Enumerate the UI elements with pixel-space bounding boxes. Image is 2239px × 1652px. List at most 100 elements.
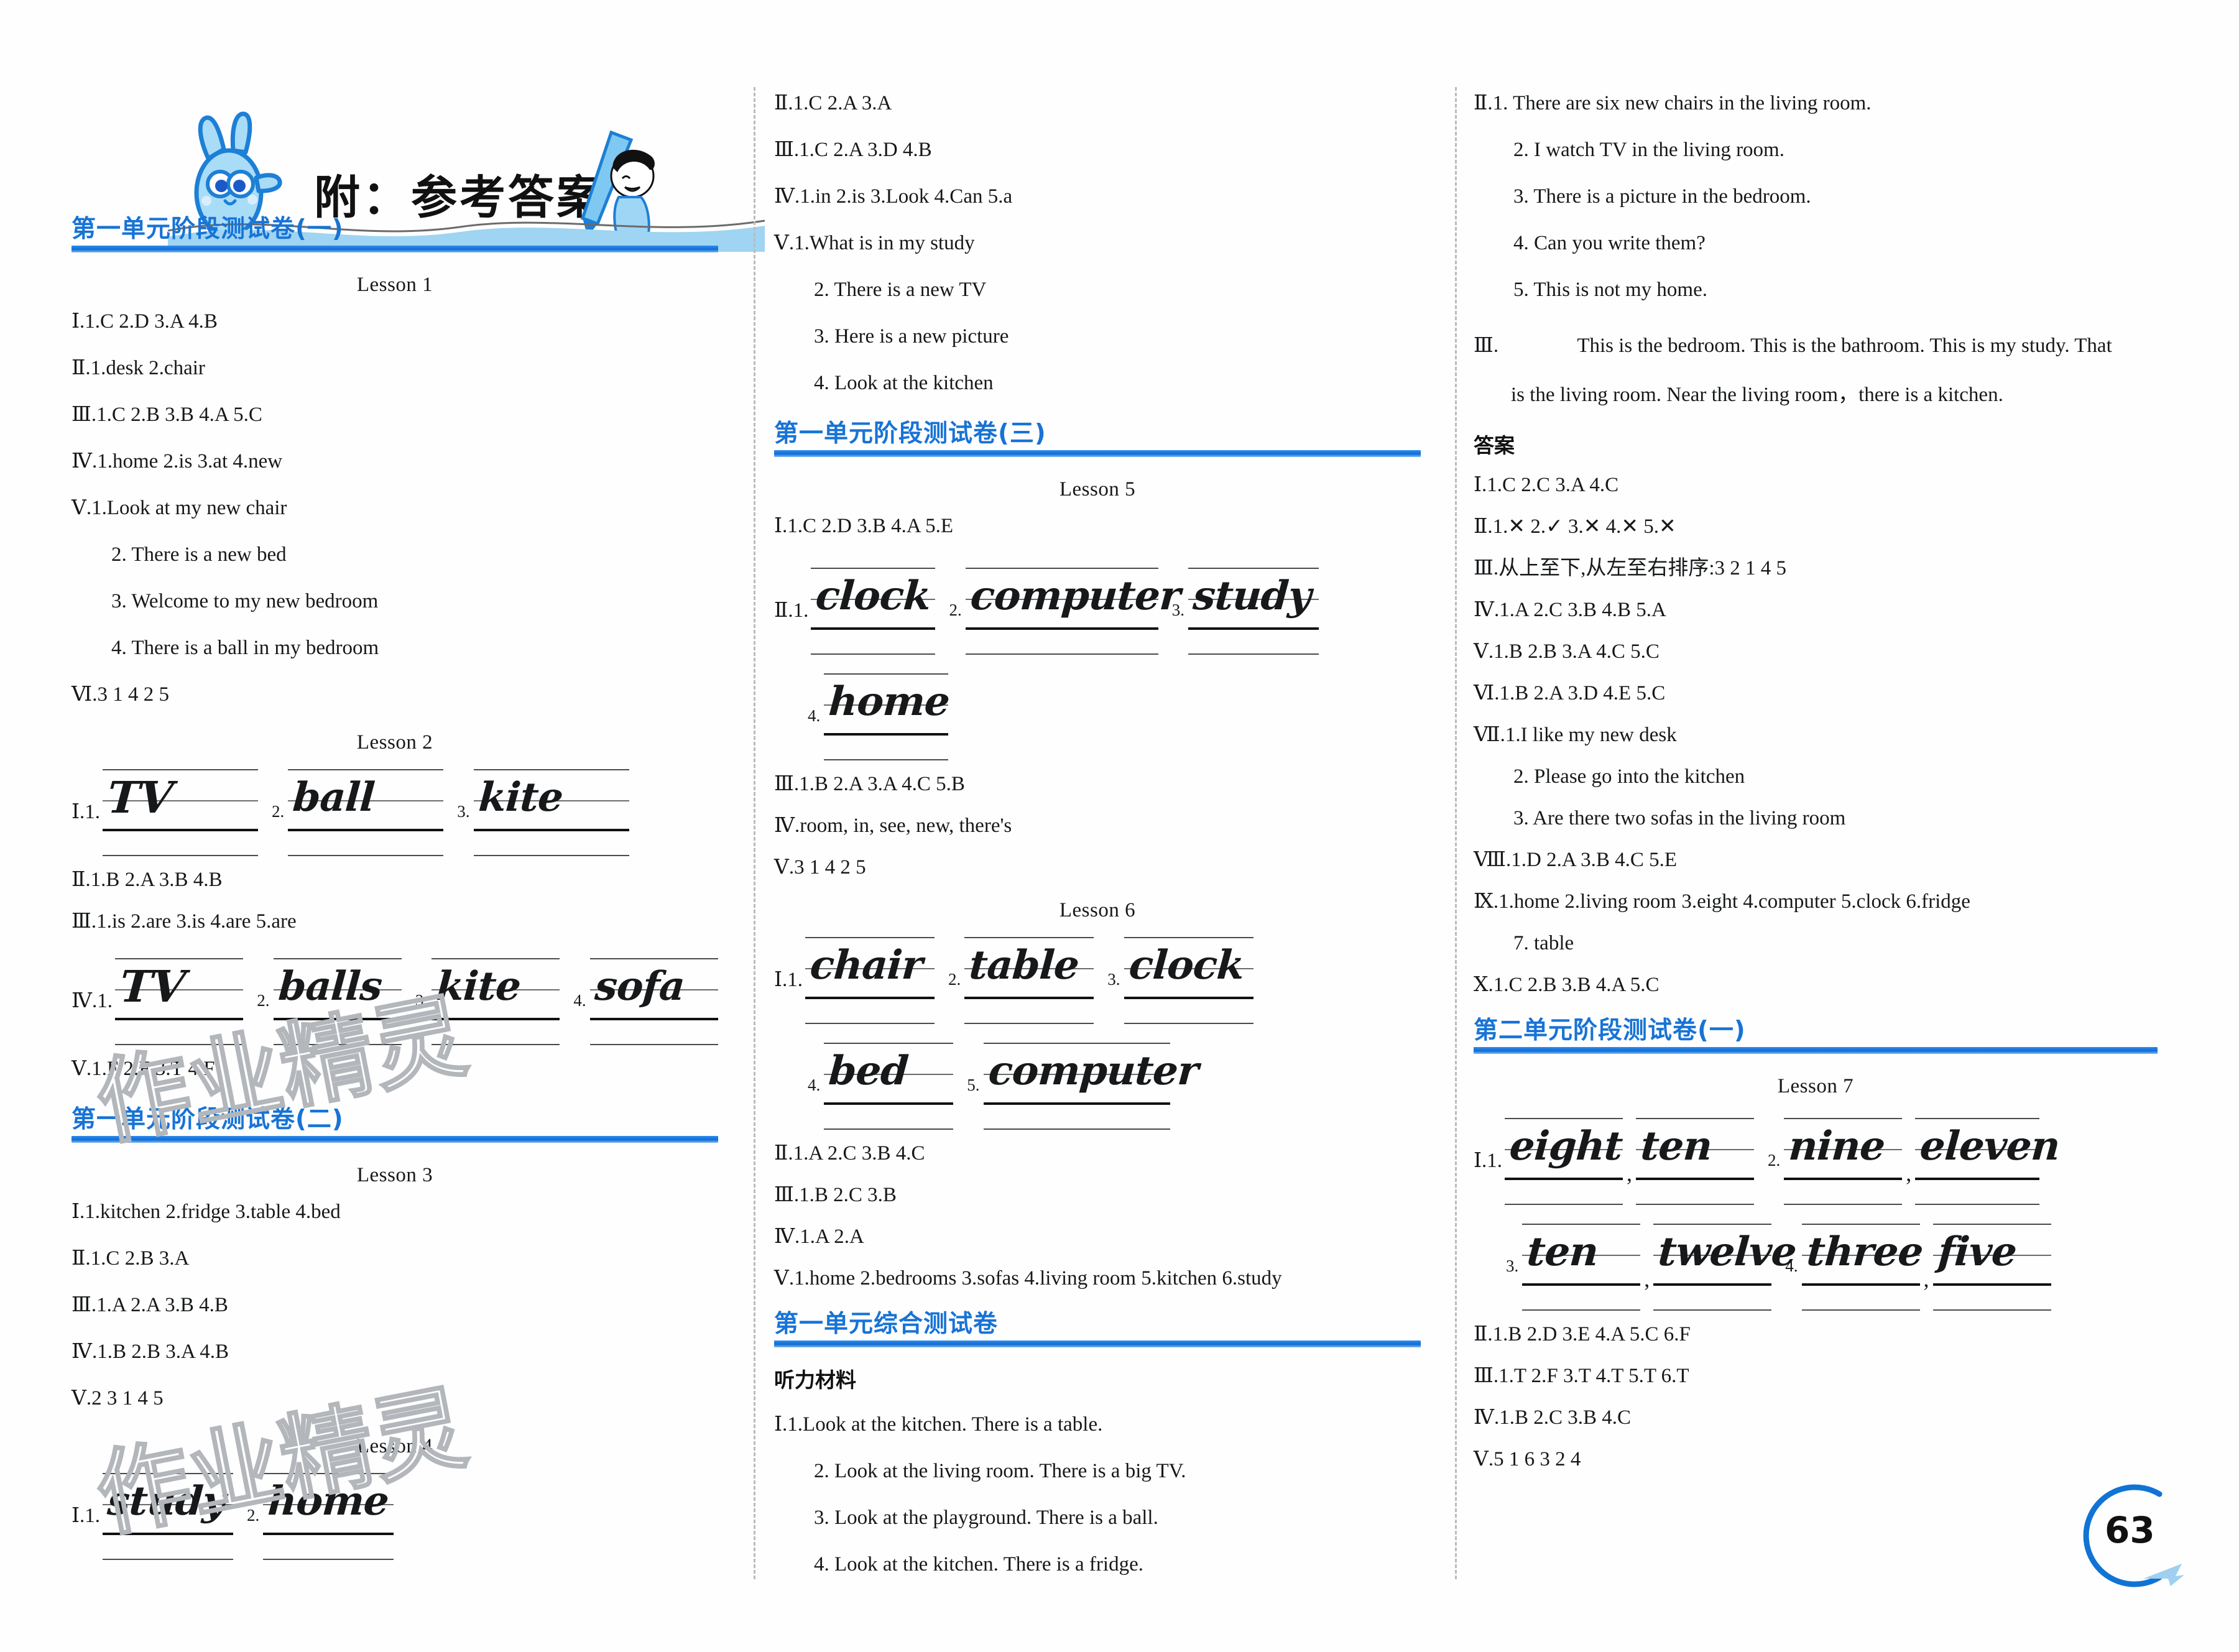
answer-line: Ⅱ.1.C 2.B 3.A (72, 1247, 190, 1270)
answer-line: Ⅲ.1.C 2.B 3.B 4.A 5.C (72, 404, 262, 427)
handwritten-word: computer (986, 1048, 1199, 1095)
handwriting-stave: ball (288, 764, 444, 859)
question-label: Ⅰ.1. (72, 1505, 101, 1528)
item-number: 2. (272, 801, 285, 821)
lesson-label: Lesson 1 (356, 274, 433, 297)
answer-line: Ⅴ.1.Look at my new chair (72, 497, 287, 520)
answer-subline: 4. There is a ball in my bedroom (111, 637, 379, 660)
answer-line: Ⅵ.3 1 4 2 5 (72, 683, 169, 706)
handwritten-word: eight (1508, 1123, 1624, 1170)
answer-line: Ⅴ.5 1 6 3 2 4 (1474, 1448, 1581, 1471)
handwritten-word: kite (435, 963, 522, 1010)
answer-line: Ⅱ.1.desk 2.chair (72, 357, 205, 380)
lesson-label: Lesson 5 (1059, 478, 1136, 501)
handwriting-stave: twelve (1653, 1219, 1798, 1313)
answer-line: Ⅳ.1.A 2.C 3.B 4.B 5.A (1474, 599, 1666, 622)
item-number: 5. (967, 1075, 980, 1094)
handwriting-stave: ten (1636, 1113, 1755, 1207)
listening-paragraph: Ⅲ. This is the bedroom. This is the bath… (1474, 326, 2158, 366)
answer-line: Ⅲ.1.C 2.A 3.D 4.B (774, 139, 932, 161)
comma-separator: , (1923, 1267, 1929, 1292)
item-number: 2. (247, 1505, 260, 1525)
question-label: Ⅰ.1. (1474, 1150, 1503, 1173)
page-number-badge: 63 (2066, 1477, 2184, 1595)
listening-material-heading: 听力材料 (774, 1368, 856, 1393)
handwritten-word: clock (814, 573, 933, 620)
handwriting-stave: study (103, 1468, 234, 1562)
handwritten-word: table (967, 942, 1081, 989)
handwriting-stave: clock (811, 563, 936, 657)
answer-line: Ⅳ.1.in 2.is 3.Look 4.Can 5.a (774, 185, 1013, 208)
question-label: Ⅳ.1. (72, 990, 113, 1013)
answer-subline: 3. Welcome to my new bedroom (111, 590, 379, 613)
handwriting-row: Ⅰ.1. chair 2. table 3. clock (774, 932, 1421, 1027)
section-title-bar (72, 1136, 718, 1143)
section-title-unit1-test2: 第一单元阶段测试卷(二) (72, 1105, 718, 1143)
section-title-bar (1474, 1047, 2158, 1054)
answer-line: Ⅵ.1.B 2.A 3.D 4.E 5.C (1474, 682, 1666, 705)
answer-subline: 4. Look at the kitchen. There is a fridg… (814, 1553, 1143, 1576)
answer-key-page: 附：参考答案 第一单元阶段测试卷(一) Lesson 1 Ⅰ.1.C 2.D 3… (0, 0, 2239, 1652)
handwriting-stave: chair (805, 932, 935, 1027)
handwriting-stave: three (1801, 1219, 1924, 1313)
section-title-unit1-test1: 第一单元阶段测试卷(一) (72, 215, 718, 253)
handwriting-stave: kite (473, 764, 629, 859)
column-divider-2 (1455, 87, 1457, 1579)
handwriting-row: Ⅰ.1. study 2. home (72, 1468, 718, 1562)
handwriting-stave: TV (114, 953, 244, 1048)
question-marker: Ⅲ. (1474, 335, 1499, 357)
section-title-unit2-test1: 第二单元阶段测试卷(一) (1474, 1017, 2158, 1054)
answer-line: Ⅲ.1.T 2.F 3.T 4.T 5.T 6.T (1474, 1365, 1689, 1388)
section-title-bar (774, 1341, 1421, 1348)
answer-line: Ⅳ.1.home 2.is 3.at 4.new (72, 450, 283, 473)
handwritten-word: TV (118, 961, 187, 1013)
answer-subline: 3. Are there two sofas in the living roo… (1513, 807, 1846, 830)
answer-subline: 5. This is not my home. (1513, 279, 1707, 301)
item-number: 2. (949, 600, 962, 619)
item-number: 3. (415, 990, 428, 1010)
answer-line: Ⅲ.1.B 2.C 3.B (774, 1184, 897, 1207)
answer-line: Ⅰ.1.C 2.D 3.A 4.B (72, 310, 218, 333)
handwriting-stave: home (263, 1468, 394, 1562)
handwriting-stave: study (1188, 563, 1319, 657)
section-title-text: 第一单元综合测试卷 (774, 1310, 999, 1339)
answer-subline: 3. Here is a new picture (814, 325, 1009, 348)
handwritten-word: home (827, 678, 951, 726)
paragraph-line: This is the bedroom. This is the bathroo… (1577, 335, 2112, 357)
section-title-text: 第一单元阶段测试卷(三) (774, 420, 1046, 448)
paragraph-line: is the living room. Near the living room… (1511, 383, 2003, 406)
answer-subline: 3. There is a picture in the bedroom. (1513, 185, 1811, 208)
column-2: Ⅱ.1.C 2.A 3.A Ⅲ.1.C 2.A 3.D 4.B Ⅳ.1.in 2… (774, 93, 1421, 1601)
answer-line: Ⅱ.1.✕ 2.✓ 3.✕ 4.✕ 5.✕ (1474, 515, 1676, 538)
answer-line: Ⅴ.1.home 2.bedrooms 3.sofas 4.living roo… (774, 1267, 1282, 1290)
answer-line: Ⅲ.从上至下,从左至右排序:3 2 1 4 5 (1474, 557, 1786, 580)
handwritten-word: eleven (1918, 1123, 2062, 1170)
item-number: 4. (808, 706, 821, 725)
item-number: 2. (257, 990, 270, 1010)
answer-subline: 4. Can you write them? (1513, 232, 1706, 254)
section-title-unit1-comprehensive: 第一单元综合测试卷 (774, 1310, 1421, 1348)
answer-line: Ⅶ.1.I like my new desk (1474, 724, 1677, 747)
handwriting-stave: computer (983, 1038, 1199, 1132)
handwritten-word: kite (476, 774, 565, 821)
handwritten-word: five (1936, 1229, 2018, 1276)
handwritten-word: home (266, 1478, 390, 1525)
handwritten-word: balls (276, 963, 384, 1010)
handwriting-stave: sofa (589, 953, 718, 1048)
comma-separator: , (1627, 1161, 1633, 1186)
item-number: 4. (808, 1075, 821, 1094)
answer-line: Ⅹ.1.C 2.B 3.B 4.A 5.C (1474, 974, 1660, 997)
item-number: 3. (1506, 1256, 1519, 1275)
answer-line: Ⅳ.room, in, see, new, there's (774, 814, 1012, 838)
handwriting-row: Ⅰ.1. eight , ten 2. nine , eleven (1474, 1113, 2158, 1207)
handwritten-word: clock (1127, 942, 1245, 989)
answer-line: Ⅱ.1.C 2.A 3.A (774, 92, 892, 114)
column-3: Ⅱ.1. There are six new chairs in the liv… (1474, 93, 2158, 1491)
handwritten-word: study (1191, 573, 1313, 620)
handwriting-stave: computer (965, 563, 1181, 657)
answer-line: Ⅳ.1.B 2.B 3.A 4.B (72, 1341, 229, 1364)
answers-heading: 答案 (1474, 433, 1515, 458)
answer-line: Ⅴ.1.F 2.F 3.T 4.F (72, 1058, 215, 1081)
lesson-label: Lesson 4 (356, 1435, 433, 1458)
answer-line: Ⅰ.1.C 2.C 3.A 4.C (1474, 474, 1619, 497)
